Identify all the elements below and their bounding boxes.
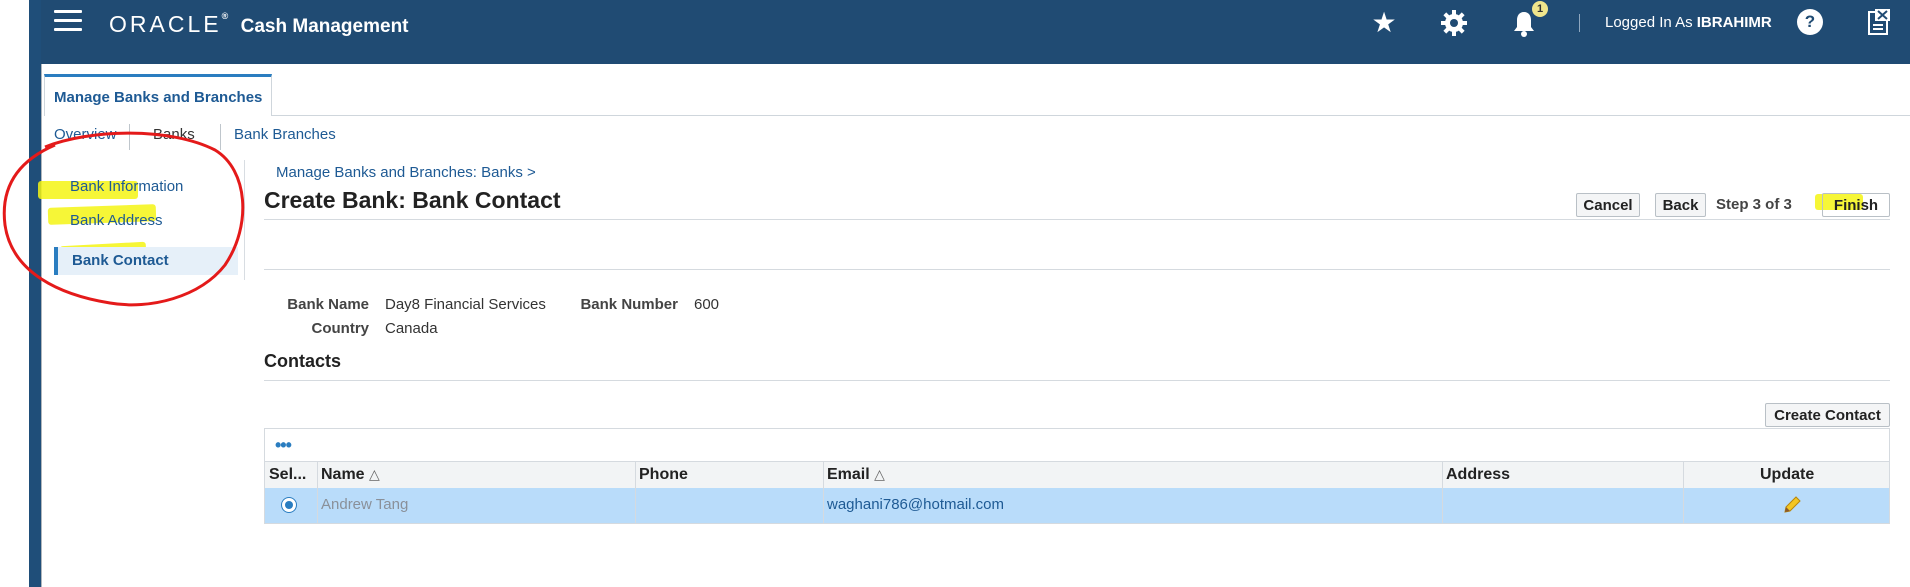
finish-button[interactable]: Finish <box>1822 193 1890 217</box>
step-indicator: Step 3 of 3 <box>1716 196 1792 213</box>
column-label: Name <box>321 466 365 483</box>
header-divider <box>1579 14 1580 32</box>
column-divider <box>823 461 824 523</box>
global-header: ORACLE® Cash Management ★ 1 Logged In As… <box>29 0 1910 64</box>
bank-number-value: 600 <box>694 296 720 313</box>
logged-in-label: Logged In As <box>1605 14 1693 31</box>
column-header-phone[interactable]: Phone <box>639 466 688 484</box>
column-divider <box>317 461 318 523</box>
country-label: Country <box>311 320 370 337</box>
logged-in-user[interactable]: Logged In As IBRAHIMR <box>1605 14 1772 31</box>
favorites-star-icon[interactable]: ★ <box>1369 8 1399 38</box>
oracle-logo-text: ORACLE <box>109 11 222 37</box>
contacts-section-title: Contacts <box>264 351 342 371</box>
tab-manage-banks-and-branches[interactable]: Manage Banks and Branches <box>44 74 272 116</box>
notification-count-badge: 1 <box>1532 1 1548 17</box>
username: IBRAHIMR <box>1696 14 1772 31</box>
breadcrumb[interactable]: Manage Banks and Branches: Banks > <box>276 164 536 181</box>
help-icon[interactable]: ? <box>1797 9 1823 35</box>
column-divider <box>635 461 636 523</box>
contact-email[interactable]: waghani786@hotmail.com <box>827 496 1004 513</box>
create-contact-button[interactable]: Create Contact <box>1765 403 1890 427</box>
annotation-circle <box>2 131 245 307</box>
column-header-address[interactable]: Address <box>1446 466 1510 484</box>
country-value: Canada <box>385 320 438 337</box>
app-name: Cash Management <box>240 16 409 37</box>
header-divider <box>264 269 1890 270</box>
signout-icon[interactable] <box>1867 8 1891 36</box>
tab-label: Manage Banks and Branches <box>54 89 263 106</box>
column-header-email[interactable]: Email △ <box>827 466 885 484</box>
column-divider <box>1442 461 1443 523</box>
cancel-button[interactable]: Cancel <box>1576 193 1640 217</box>
bank-name-label: Bank Name <box>287 296 369 313</box>
actions-menu-icon[interactable]: ••• <box>275 435 292 456</box>
bank-name-value: Day8 Financial Services <box>385 296 546 313</box>
tab-divider <box>272 115 1910 116</box>
column-label: Email <box>827 466 870 483</box>
bank-number-label: Bank Number <box>580 296 678 313</box>
menu-icon[interactable] <box>54 10 82 34</box>
column-header-name[interactable]: Name △ <box>321 466 380 484</box>
title-divider <box>264 219 1890 220</box>
edit-pencil-icon[interactable] <box>1781 494 1803 516</box>
app-logo[interactable]: ORACLE® Cash Management <box>109 11 409 38</box>
sort-icon[interactable]: △ <box>874 466 885 482</box>
contacts-table: ••• Sel... Name △ Phone Email △ Address … <box>264 428 1890 524</box>
gear-icon[interactable] <box>1439 8 1469 38</box>
table-row[interactable]: Andrew Tang waghani786@hotmail.com <box>265 488 1889 523</box>
back-button[interactable]: Back <box>1655 193 1706 217</box>
section-divider <box>264 380 1890 381</box>
sort-icon[interactable]: △ <box>369 466 380 482</box>
page-title: Create Bank: Bank Contact <box>264 187 561 213</box>
column-header-update[interactable]: Update <box>1760 466 1814 484</box>
column-header-select[interactable]: Sel... <box>269 466 306 484</box>
column-divider <box>1683 461 1684 523</box>
table-header-row: Sel... Name △ Phone Email △ Address Upda… <box>265 461 1889 489</box>
contact-name: Andrew Tang <box>321 496 409 513</box>
row-select-radio[interactable] <box>281 497 297 513</box>
